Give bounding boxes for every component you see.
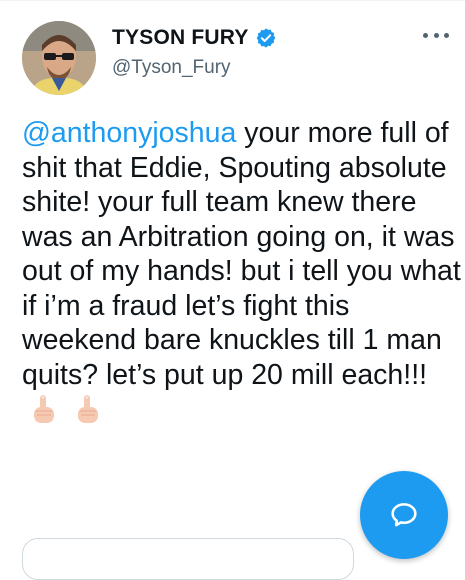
top-divider — [0, 0, 465, 1]
verified-badge-icon — [255, 27, 277, 49]
speech-bubble-icon — [391, 503, 417, 527]
author-name-row[interactable]: TYSON FURY — [112, 26, 277, 50]
avatar-image — [22, 21, 96, 95]
middle-finger-emoji — [78, 395, 98, 424]
middle-finger-emoji — [34, 395, 54, 424]
emoji-group — [28, 394, 102, 426]
tweet-body: your more full of shit that Eddie, Spout… — [22, 117, 461, 391]
author-name[interactable]: TYSON FURY — [112, 26, 249, 50]
mention-link[interactable]: @anthonyjoshua — [22, 117, 236, 149]
compose-reply-button[interactable] — [360, 471, 448, 559]
more-dot — [423, 32, 428, 38]
more-options-icon[interactable] — [423, 30, 449, 40]
avatar[interactable] — [22, 21, 96, 95]
more-dot — [444, 32, 449, 38]
author-handle[interactable]: @Tyson_Fury — [112, 57, 231, 79]
quoted-card[interactable] — [22, 538, 354, 580]
more-dot — [433, 32, 439, 38]
tweet-text: @anthonyjoshua your more full of shit th… — [22, 116, 462, 427]
